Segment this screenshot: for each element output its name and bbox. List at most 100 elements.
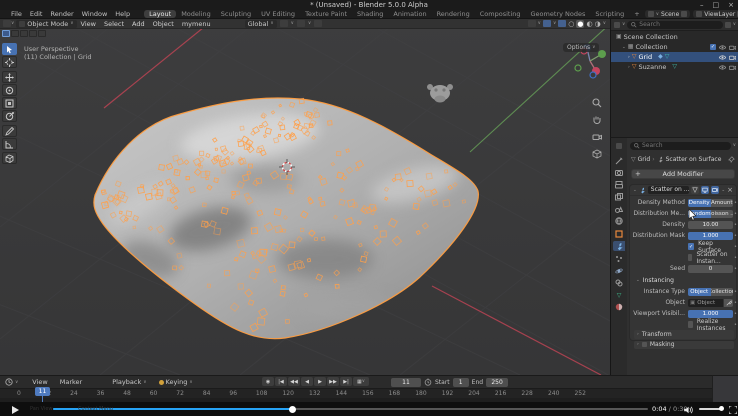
density-value-field[interactable]: 10.00 [688,221,733,229]
option-density[interactable]: Density [688,199,711,207]
tab-modeling[interactable]: Modeling [176,10,216,18]
fullscreen-icon[interactable] [729,406,737,414]
tab-scripting[interactable]: Scripting [590,10,629,18]
outliner-display-mode-icon[interactable] [614,22,620,28]
tool-option-icon-3[interactable] [29,30,37,37]
start-frame-field[interactable]: 1 [453,378,469,387]
viewport-menu-select[interactable]: Select [100,20,128,28]
next-keyframe-button[interactable]: ▶▶ [327,377,339,386]
tab-scene[interactable] [613,204,625,214]
properties-editor-type-icon[interactable] [613,141,625,151]
keep-surface-checkbox[interactable]: ✓ [688,243,694,250]
properties-search-input[interactable]: Search [630,142,731,150]
tab-output[interactable] [613,180,625,190]
tool-rotate[interactable] [2,84,17,96]
decorator-dot[interactable]: • [733,311,738,317]
tool-move[interactable] [2,71,17,83]
masking-checkbox[interactable] [642,342,647,347]
play-reverse-button[interactable]: ◀ [301,377,313,386]
hide-eye-icon[interactable] [719,45,726,50]
menu-render[interactable]: Render [46,10,77,18]
tool-annotate[interactable] [2,125,17,137]
decorator-dot[interactable]: • [733,255,738,261]
viewport-menu-add[interactable]: Add [128,20,149,28]
decorator-dot[interactable]: • [733,244,738,250]
mode-selector[interactable]: Object Mode ∨ [16,20,76,28]
viewport-canvas[interactable] [0,19,610,375]
expand-caret-icon[interactable]: ⌄ [622,45,626,50]
decorator-dot[interactable]: • [733,233,738,239]
tab-view-layer[interactable] [613,192,625,202]
tool-measure[interactable] [2,138,17,150]
tab-rendering[interactable]: Rendering [432,10,475,18]
viewport-menu-view[interactable]: View [77,20,100,28]
xray-toggle-icon[interactable] [558,20,566,27]
add-modifier-button[interactable]: + Add Modifier [631,169,735,179]
decorator-dot[interactable]: • [733,289,738,295]
end-frame-field[interactable]: 250 [486,378,508,387]
transform-section-header[interactable]: › Transform [634,330,734,339]
decorator-dot[interactable]: • [733,266,738,272]
play-button[interactable] [12,406,19,414]
active-tool-icon[interactable] [2,30,10,37]
menu-edit[interactable]: Edit [26,10,47,18]
hide-eye-icon[interactable] [719,55,726,60]
eyedropper-icon[interactable] [724,299,733,307]
object-picker-field[interactable]: ▣ Object [688,299,723,307]
breadcrumb-object[interactable]: Grid [638,156,651,163]
tool-scale[interactable] [2,97,17,109]
add-workspace-button[interactable]: + [629,10,644,18]
tab-sculpting[interactable]: Sculpting [216,10,256,18]
masking-section-header[interactable]: › Masking [634,341,734,349]
timeline-menu-marker[interactable]: Marker [54,378,88,386]
maximize-button[interactable]: □ [713,0,720,10]
display-viewport-icon[interactable] [701,186,709,194]
jump-to-start-button[interactable]: |◀ [275,377,287,386]
menu-help[interactable]: Help [111,10,134,18]
tab-compositing[interactable]: Compositing [475,10,526,18]
tab-shading[interactable]: Shading [352,10,388,18]
tool-option-icon-4[interactable] [38,30,46,37]
timeline-editor-type[interactable]: ∨ [0,378,18,386]
collection-checkbox[interactable]: ✓ [710,44,716,50]
tab-particles[interactable] [613,254,625,264]
prev-keyframe-button[interactable]: ◀◀ [288,377,300,386]
decorator-dot[interactable]: • [733,211,738,217]
shading-wireframe-icon[interactable]: ○ [568,20,574,28]
timeline-ruler[interactable]: 0122436486072849610812013214415616818019… [0,388,712,398]
decorator-dot[interactable]: • [733,200,738,206]
toggle-orthographic-button[interactable] [590,147,603,160]
gizmo-y-axis[interactable] [598,50,606,58]
view-layer-selector[interactable]: ViewLayer [693,10,738,18]
display-render-icon[interactable] [711,186,719,194]
hide-eye-icon[interactable] [719,65,726,70]
transform-orientation-selector[interactable]: Global ∨ [245,20,277,28]
shading-material-icon[interactable]: ◐ [586,20,592,28]
sync-dropdown[interactable]: ▦ ∨ [353,377,369,386]
instancing-section-header[interactable]: ⌄ Instancing [630,276,738,285]
viewport-menu-mymenu[interactable]: mymenu [178,20,215,28]
decorator-dot[interactable]: • [733,322,738,328]
breadcrumb-modifier[interactable]: Scatter on Surface [666,156,722,163]
modifier-expand-caret-icon[interactable]: ⌄ [633,188,637,193]
viewport-3d[interactable]: ∨ Object Mode ∨ View Select Add Object m… [0,19,610,375]
show-overlays-icon[interactable] [543,20,551,27]
playhead[interactable]: 11 [35,387,50,396]
autokey-icon[interactable] [159,380,164,385]
scene-selector[interactable]: ∨ Scene [645,10,691,18]
pivot-point-icon[interactable] [280,20,288,27]
tab-material[interactable] [613,302,625,312]
option-object[interactable]: Object [688,288,711,296]
modifier-name-field[interactable]: Scatter on ... [648,186,690,194]
disable-render-camera-icon[interactable] [729,45,736,50]
tab-object-data[interactable]: ▽ [613,290,625,300]
option-amount[interactable]: Amount [711,199,734,207]
keying-menu[interactable]: Keying∨ [153,378,199,386]
pin-icon[interactable] [728,156,735,163]
outliner-search-input[interactable]: Search [627,21,722,29]
realize-instances-checkbox[interactable] [688,321,693,328]
volume-icon[interactable] [684,406,694,414]
playback-menu[interactable]: Playback∨ [106,378,152,386]
tab-world[interactable] [613,216,625,226]
tool-option-icon-2[interactable] [20,30,28,37]
